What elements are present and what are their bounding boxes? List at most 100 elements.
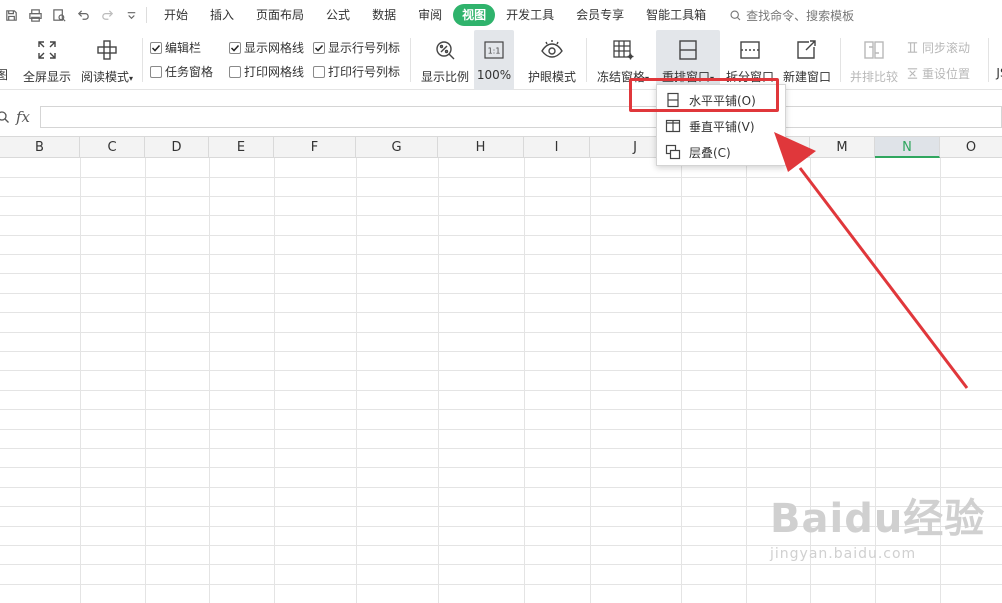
tab-home[interactable]: 开始 [153, 4, 199, 26]
freeze-panes-button[interactable]: 冻结窗格▾ [592, 30, 654, 90]
column-header-c[interactable]: C [80, 137, 145, 158]
new-window-icon [793, 36, 821, 64]
reading-mode-button[interactable]: 阅读模式▾ [78, 30, 136, 90]
side-by-side-button[interactable]: 并排比较 [846, 30, 902, 90]
undo-icon[interactable] [74, 6, 92, 24]
ribbon-separator [410, 38, 411, 82]
column-header-d[interactable]: D [145, 137, 209, 158]
ribbon-separator [142, 38, 143, 82]
arrange-windows-button[interactable]: 重排窗口▾ [656, 30, 720, 90]
new-window-button[interactable]: 新建窗口 [780, 30, 834, 90]
grid-line [145, 158, 146, 603]
grid-line [0, 409, 1002, 410]
search-placeholder: 查找命令、搜索模板 [746, 8, 855, 23]
menu-bar: 开始 插入 页面布局 公式 数据 审阅 视图 开发工具 会员专享 智能工具箱 查… [0, 0, 1002, 30]
print-icon[interactable] [26, 6, 44, 24]
column-header-f[interactable]: F [274, 137, 356, 158]
grid-line [0, 390, 1002, 391]
grid-line [274, 158, 275, 603]
tab-insert[interactable]: 插入 [199, 4, 245, 26]
menu-item-vertical-tile[interactable]: 垂直平铺(V) [657, 113, 785, 139]
eye-protection-button[interactable]: 护眼模式 [524, 30, 580, 90]
grid-line [0, 545, 1002, 546]
js-macro-button[interactable]: JS [992, 30, 1002, 90]
reset-position-icon [907, 68, 918, 79]
grid-line [0, 467, 1002, 468]
actual-size-text: 1:1 [488, 47, 501, 56]
redo-icon[interactable] [98, 6, 116, 24]
menu-item-cascade[interactable]: 层叠(C) [657, 139, 785, 165]
print-gridlines-checkbox[interactable]: 打印网格线 [229, 63, 304, 80]
grid-line [438, 158, 439, 603]
show-gridlines-label: 显示网格线 [244, 41, 305, 55]
column-header-m[interactable]: M [810, 137, 875, 158]
sync-scroll-button[interactable]: 同步滚动 [906, 39, 970, 56]
grid-line [0, 196, 1002, 197]
zoom-button[interactable]: 显示比例 [418, 30, 472, 90]
formula-bar-checkbox[interactable]: 编辑栏 [150, 39, 201, 56]
tab-view[interactable]: 视图 [453, 4, 496, 26]
formula-bar: fx [0, 103, 1002, 131]
print-preview-icon[interactable] [50, 6, 68, 24]
column-header-o[interactable]: O [940, 137, 1002, 158]
show-gridlines-checkbox[interactable]: 显示网格线 [229, 39, 304, 56]
grid-line [0, 293, 1002, 294]
eye-icon [538, 36, 566, 64]
fx-icon[interactable]: fx [16, 108, 34, 126]
horizontal-tile-icon [667, 92, 679, 108]
grid-line [746, 158, 747, 603]
ribbon-separator [988, 38, 989, 82]
show-headings-checkbox[interactable]: 显示行号列标 [313, 39, 400, 56]
split-window-button[interactable]: 拆分窗口 [722, 30, 778, 90]
column-header-i[interactable]: I [524, 137, 590, 158]
tab-smart-toolbox[interactable]: 智能工具箱 [635, 4, 717, 26]
column-header-g[interactable]: G [356, 137, 438, 158]
fullscreen-button[interactable]: 全屏显示 [20, 30, 74, 90]
grid-line [0, 235, 1002, 236]
split-window-label: 拆分窗口 [725, 70, 774, 84]
task-pane-checkbox-label: 任务窗格 [165, 65, 214, 79]
split-window-icon [736, 36, 764, 64]
tab-developer[interactable]: 开发工具 [495, 4, 565, 26]
tab-formulas[interactable]: 公式 [315, 4, 361, 26]
grid-line [0, 584, 1002, 585]
customize-dropdown-icon[interactable] [122, 6, 140, 24]
grid-line [524, 158, 525, 603]
formula-input[interactable] [40, 106, 1002, 128]
print-headings-checkbox[interactable]: 打印行号列标 [313, 63, 400, 80]
cut-off-button[interactable]: 图 [0, 30, 12, 90]
zoom-percent-icon [431, 36, 459, 64]
column-header-h[interactable]: H [438, 137, 524, 158]
tab-review[interactable]: 审阅 [407, 4, 453, 26]
wps-spreadsheet-window: { "menubar": { "tabs": [ {"label": "开始"}… [0, 0, 1002, 603]
zoom-100-button[interactable]: 1:1 100% [474, 30, 514, 90]
checkbox-checked-icon [229, 41, 241, 54]
column-header-n[interactable]: N [875, 137, 940, 158]
sync-scroll-label: 同步滚动 [922, 41, 971, 55]
grid-line [681, 158, 682, 603]
new-window-label: 新建窗口 [782, 70, 831, 84]
ribbon-tabs: 开始 插入 页面布局 公式 数据 审阅 视图 开发工具 会员专享 智能工具箱 [153, 4, 717, 26]
grid-line [0, 506, 1002, 507]
task-pane-checkbox[interactable]: 任务窗格 [150, 63, 213, 80]
column-headers: B C D E F G H I J K L M N O [0, 136, 1002, 158]
menu-item-horizontal-tile[interactable]: 水平平铺(O) [657, 87, 785, 113]
reset-position-button[interactable]: 重设位置 [906, 65, 970, 82]
column-header-b[interactable]: B [0, 137, 80, 158]
checkbox-unchecked-icon [313, 65, 325, 78]
tab-member[interactable]: 会员专享 [565, 4, 635, 26]
tab-page-layout[interactable]: 页面布局 [245, 4, 315, 26]
column-header-e[interactable]: E [209, 137, 274, 158]
grid-line [0, 564, 1002, 565]
grid-line [80, 158, 81, 603]
side-by-side-icon [860, 36, 888, 64]
cut-off-label: 图 [0, 68, 8, 82]
tab-data[interactable]: 数据 [361, 4, 407, 26]
zoom-search-icon[interactable] [0, 110, 10, 124]
show-headings-label: 显示行号列标 [328, 41, 401, 55]
command-search[interactable]: 查找命令、搜索模板 [729, 7, 854, 24]
save-icon[interactable] [2, 6, 20, 24]
actual-size-icon: 1:1 [480, 36, 508, 64]
reading-mode-icon [93, 36, 121, 64]
cell-grid[interactable] [0, 158, 1002, 603]
